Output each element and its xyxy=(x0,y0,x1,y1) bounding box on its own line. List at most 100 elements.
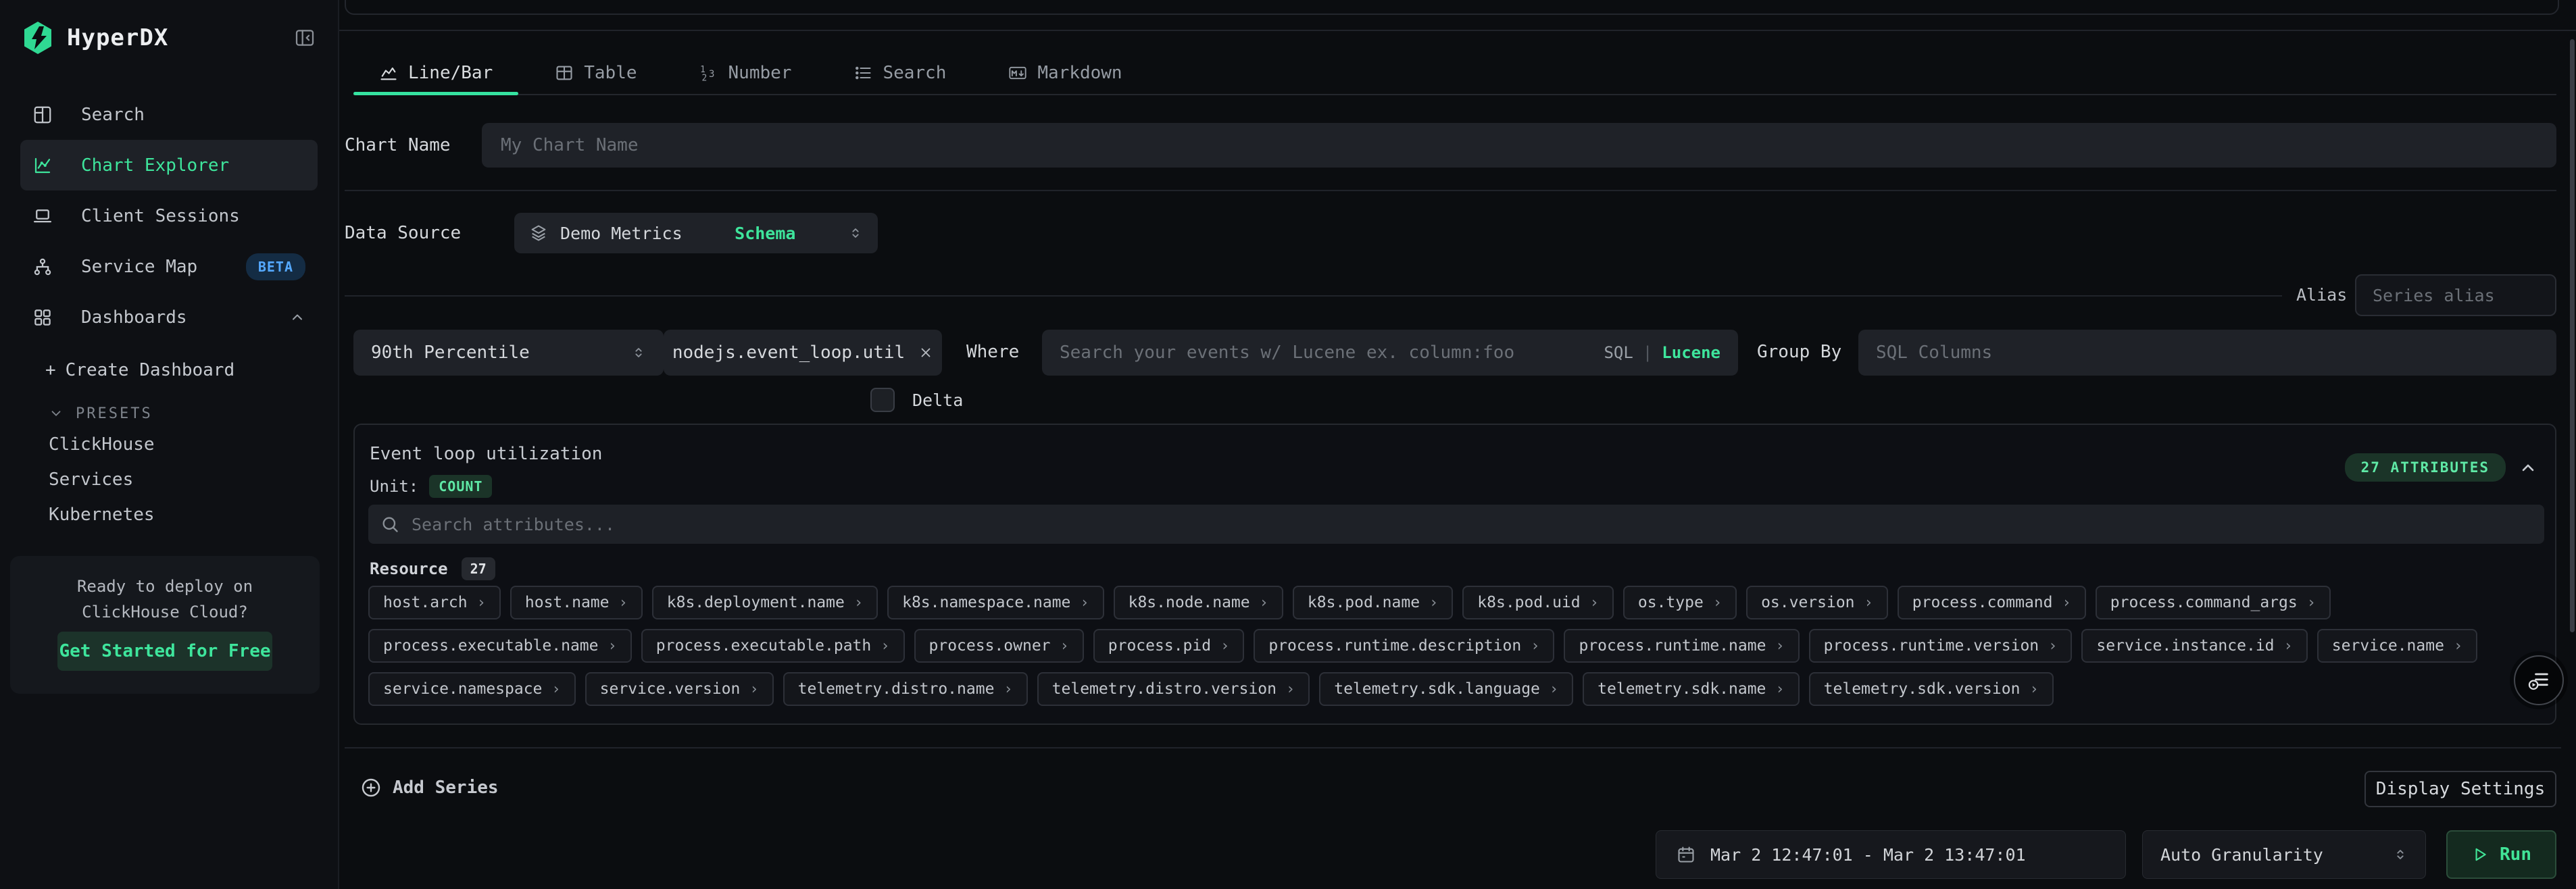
unit-label: Unit: xyxy=(370,477,418,496)
attribute-chip-service.instance.id[interactable]: service.instance.id› xyxy=(2081,629,2307,663)
attribute-chip-k8s.pod.name[interactable]: k8s.pod.name › xyxy=(1293,586,1453,619)
presets-header[interactable]: PRESETS xyxy=(49,403,153,424)
chevron-right-icon: › xyxy=(1864,594,1873,611)
attribute-chip-label: process.owner xyxy=(929,637,1051,655)
display-settings-button[interactable]: Display Settings xyxy=(2364,771,2556,807)
chevron-right-icon: › xyxy=(2029,681,2038,698)
toggle-separator: | xyxy=(1643,343,1652,362)
metric-name: nodejs.event_loop.util xyxy=(672,342,905,363)
time-range-picker[interactable]: Mar 2 12:47:01 - Mar 2 13:47:01 xyxy=(1656,830,2126,879)
event-filter-fab[interactable] xyxy=(2514,655,2564,705)
attribute-chip-service.name[interactable]: service.name› xyxy=(2317,629,2477,663)
tab-label: Line/Bar xyxy=(408,63,493,83)
attribute-chip-process.runtime.version[interactable]: process.runtime.version› xyxy=(1809,629,2073,663)
sidebar-item-dashboards[interactable]: Dashboards xyxy=(20,292,318,342)
attribute-chip-telemetry.sdk.version[interactable]: telemetry.sdk.version › xyxy=(1809,672,2054,706)
lucene-toggle[interactable]: Lucene xyxy=(1662,343,1720,362)
attribute-chip-k8s.pod.uid[interactable]: k8s.pod.uid› xyxy=(1462,586,1614,619)
attribute-chip-service.namespace[interactable]: service.namespace› xyxy=(368,672,576,706)
attribute-chip-os.type[interactable]: os.type› xyxy=(1623,586,1737,619)
attribute-chip-telemetry.distro.name[interactable]: telemetry.distro.name› xyxy=(783,672,1028,706)
attribute-chip-process.executable.name[interactable]: process.executable.name› xyxy=(368,629,632,663)
select-chevrons-icon xyxy=(631,345,646,360)
add-series-button[interactable]: Add Series xyxy=(360,777,499,798)
data-source-value: Demo Metrics xyxy=(560,224,683,243)
attribute-chip-label: telemetry.distro.name xyxy=(798,680,995,698)
aggregation-select[interactable]: 90th Percentile xyxy=(353,330,664,376)
add-series-label: Add Series xyxy=(393,778,499,798)
attribute-chip-process.command[interactable]: process.command› xyxy=(1898,586,2086,619)
preset-item-kubernetes[interactable]: Kubernetes xyxy=(49,497,305,532)
attribute-chip-process.runtime.description[interactable]: process.runtime.description› xyxy=(1254,629,1554,663)
attribute-chip-label: telemetry.sdk.version xyxy=(1824,680,2021,698)
delta-checkbox[interactable] xyxy=(870,388,895,412)
series-alias-input[interactable] xyxy=(2355,274,2556,316)
where-label: Where xyxy=(966,342,1019,362)
create-dashboard-button[interactable]: + Create Dashboard xyxy=(45,359,234,381)
attribute-chip-process.owner[interactable]: process.owner› xyxy=(914,629,1084,663)
chevron-right-icon: › xyxy=(608,638,617,655)
select-chevrons-icon xyxy=(2393,847,2408,862)
attribute-chip-telemetry.sdk.name[interactable]: telemetry.sdk.name› xyxy=(1583,672,1800,706)
attribute-chip-label: process.command_args xyxy=(2110,594,2298,611)
chart-name-input[interactable] xyxy=(482,123,2556,168)
attribute-chip-service.version[interactable]: service.version› xyxy=(585,672,774,706)
resource-group-header: Resource 27 xyxy=(370,557,495,580)
chevron-up-icon[interactable] xyxy=(2519,459,2537,478)
attribute-chip-label: process.runtime.version xyxy=(1824,637,2039,655)
sidebar-nav: Search Chart ExplorerClient SessionsServi… xyxy=(20,89,318,342)
get-started-button[interactable]: Get Started for Free xyxy=(57,632,272,671)
attribute-chip-process.command_args[interactable]: process.command_args› xyxy=(2096,586,2331,619)
group-by-input[interactable] xyxy=(1858,330,2556,376)
attribute-search-input[interactable] xyxy=(368,505,2544,544)
metric-chip[interactable]: nodejs.event_loop.util xyxy=(664,330,942,376)
tab-markdown[interactable]: Markdown xyxy=(983,52,1147,94)
attribute-chip-process.pid[interactable]: process.pid› xyxy=(1093,629,1245,663)
tab-number[interactable]: 123Number xyxy=(674,52,818,94)
vertical-scrollbar[interactable] xyxy=(2570,39,2575,632)
sidebar-item-search[interactable]: Search xyxy=(20,89,318,140)
attribute-chip-host.name[interactable]: host.name› xyxy=(510,586,643,619)
schema-link[interactable]: Schema xyxy=(735,224,795,243)
attribute-chip-host.arch[interactable]: host.arch› xyxy=(368,586,501,619)
attribute-chips: host.arch›host.name›k8s.deployment.name›… xyxy=(368,586,2558,706)
query-language-toggle: SQL | Lucene xyxy=(1604,330,1720,376)
granularity-value: Auto Granularity xyxy=(2160,845,2323,865)
attribute-chip-k8s.node.name[interactable]: k8s.node.name› xyxy=(1114,586,1283,619)
attribute-chip-os.version[interactable]: os.version› xyxy=(1746,586,1888,619)
sidebar-item-chart-explorer[interactable]: Chart Explorer xyxy=(20,140,318,190)
tab-search[interactable]: Search xyxy=(828,52,972,94)
preset-item-services[interactable]: Services xyxy=(49,462,305,497)
data-source-select[interactable]: Demo Metrics Schema xyxy=(514,213,878,253)
chart-type-tabs: Line/Bar Table 123NumberSearch Markdown xyxy=(353,52,1148,94)
tab-table[interactable]: Table xyxy=(529,52,662,94)
attribute-chip-telemetry.sdk.language[interactable]: telemetry.sdk.language› xyxy=(1319,672,1573,706)
clickhouse-cloud-promo-card: Ready to deploy on ClickHouse Cloud? Get… xyxy=(10,556,320,694)
attribute-chip-k8s.deployment.name[interactable]: k8s.deployment.name› xyxy=(652,586,878,619)
run-button[interactable]: Run xyxy=(2446,830,2556,879)
attribute-chip-k8s.namespace.name[interactable]: k8s.namespace.name› xyxy=(887,586,1104,619)
attribute-chip-process.executable.path[interactable]: process.executable.path› xyxy=(641,629,905,663)
attribute-chip-label: k8s.node.name xyxy=(1129,594,1250,611)
tab-label: Table xyxy=(584,63,637,83)
attribute-chip-label: k8s.pod.name xyxy=(1308,594,1420,611)
preset-item-clickhouse[interactable]: ClickHouse xyxy=(49,427,305,462)
sidebar-collapse-icon[interactable] xyxy=(294,27,316,49)
chevron-right-icon: › xyxy=(1429,594,1438,611)
alias-label: Alias xyxy=(2296,285,2347,305)
run-label: Run xyxy=(2500,844,2531,865)
remove-metric-icon[interactable] xyxy=(918,345,933,360)
sidebar-item-client-sessions[interactable]: Client Sessions xyxy=(20,190,318,241)
attributes-count-badge: 27 ATTRIBUTES xyxy=(2345,453,2506,482)
tab-line-bar[interactable]: Line/Bar xyxy=(353,52,518,94)
sql-toggle[interactable]: SQL xyxy=(1604,343,1633,362)
sidebar-item-label: Search xyxy=(81,105,145,125)
attribute-chip-label: host.name xyxy=(525,594,610,611)
attribute-chip-label: os.type xyxy=(1638,594,1704,611)
sidebar-item-service-map[interactable]: Service MapBETA xyxy=(20,241,318,292)
tabbar-underline xyxy=(353,94,2556,95)
promo-text: Ready to deploy on ClickHouse Cloud? xyxy=(33,574,297,625)
granularity-select[interactable]: Auto Granularity xyxy=(2142,830,2426,879)
attribute-chip-telemetry.distro.version[interactable]: telemetry.distro.version› xyxy=(1037,672,1310,706)
attribute-chip-process.runtime.name[interactable]: process.runtime.name› xyxy=(1564,629,1799,663)
